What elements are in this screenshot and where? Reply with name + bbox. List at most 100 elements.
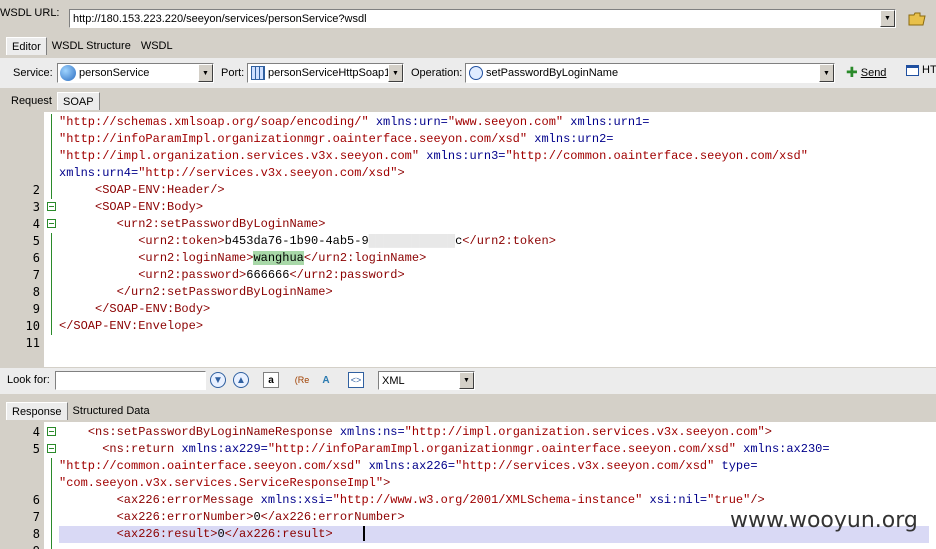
find-next-button[interactable]: ▼	[210, 372, 226, 388]
chevron-down-icon[interactable]: ▼	[198, 64, 213, 82]
code-line[interactable]: <ax226:errorMessage xmlns:xsi="http://ww…	[59, 492, 765, 509]
operation-icon	[469, 66, 483, 80]
service-select[interactable]: personService ▼	[57, 63, 214, 83]
code-line[interactable]: <SOAP-ENV:Body>	[59, 199, 203, 216]
code-icon: <>	[350, 375, 362, 385]
highlight-all-button[interactable]: A	[318, 372, 334, 388]
line-number: 9	[33, 543, 40, 549]
code-line[interactable]: <ns:setPasswordByLoginNameResponse xmlns…	[59, 424, 772, 441]
line-gutter: 4 5 6 7 8 9	[12, 422, 44, 549]
line-number: 3	[32, 200, 40, 214]
send-label: Send	[860, 66, 887, 79]
code-line[interactable]: "http://common.oainterface.seeyon.com/xs…	[59, 458, 758, 475]
globe-icon	[60, 65, 76, 81]
line-number: 8	[32, 527, 40, 541]
chevron-down-icon[interactable]: ▼	[819, 64, 834, 82]
http-button[interactable]: HT	[906, 64, 936, 76]
code-line[interactable]: <urn2:password>666666</urn2:password>	[59, 267, 404, 284]
line-number: 2	[32, 183, 40, 197]
fold-guide	[51, 233, 52, 335]
code-line[interactable]: </SOAP-ENV:Envelope>	[59, 318, 203, 335]
fold-guide	[51, 114, 52, 199]
fold-marker-icon[interactable]	[47, 427, 56, 436]
match-case-icon: a	[268, 374, 274, 386]
code-line[interactable]: <urn2:loginName>wanghua</urn2:loginName>	[59, 250, 426, 267]
tab-wsdl[interactable]: WSDL	[136, 37, 178, 55]
code-line[interactable]: <urn2:setPasswordByLoginName>	[59, 216, 326, 233]
port-select[interactable]: personServiceHttpSoap1 ▼	[247, 63, 404, 83]
operation-value: setPasswordByLoginName	[486, 67, 619, 79]
port-value: personServiceHttpSoap1	[268, 67, 388, 79]
service-label: Service:	[13, 67, 53, 79]
find-previous-button[interactable]: ▲	[233, 372, 249, 388]
line-number: 11	[25, 336, 40, 350]
highlight-icon: A	[322, 374, 330, 386]
wsdl-url-value: http://180.153.223.220/seeyon/services/p…	[73, 12, 367, 25]
line-number: 10	[25, 319, 40, 333]
watermark: www.wooyun.org	[730, 508, 918, 533]
open-folder-icon[interactable]	[907, 10, 927, 28]
code-line[interactable]: <urn2:token>b453da76-1b90-4ab5-9████████…	[59, 233, 556, 250]
regex-button[interactable]: (Re	[294, 372, 310, 388]
line-number: 6	[32, 251, 40, 265]
port-label: Port:	[221, 67, 245, 79]
line-number: 4	[32, 425, 40, 439]
line-number: 8	[32, 285, 40, 299]
tab-soap[interactable]: SOAP	[56, 92, 100, 110]
line-number: 7	[32, 510, 40, 524]
tab-structured-data[interactable]: Structured Data	[68, 402, 155, 420]
arrow-down-icon: ▼	[213, 374, 223, 386]
port-grid-icon	[251, 66, 265, 80]
response-tabs: Response Structured Data	[6, 402, 155, 420]
editor-tabs: Editor WSDL Structure WSDL	[6, 37, 178, 55]
format-value: XML	[382, 374, 405, 387]
regex-icon: (Re	[294, 375, 310, 385]
line-number: 7	[32, 268, 40, 282]
line-number: 6	[32, 493, 40, 507]
chevron-down-icon[interactable]: ▼	[388, 64, 403, 82]
look-for-input[interactable]	[55, 371, 206, 390]
arrow-up-icon: ▲	[236, 374, 246, 386]
window-icon	[906, 64, 919, 76]
request-tabs: Request SOAP	[6, 92, 100, 110]
look-for-label: Look for:	[7, 374, 50, 386]
code-line[interactable]: "com.seeyon.v3x.services.ServiceResponse…	[59, 475, 390, 492]
match-case-button[interactable]: a	[263, 372, 279, 388]
fold-marker-icon[interactable]	[47, 202, 56, 211]
chevron-down-icon[interactable]: ▼	[880, 10, 895, 27]
wsdl-url-field[interactable]: http://180.153.223.220/seeyon/services/p…	[69, 9, 896, 28]
code-line[interactable]: <ax226:errorNumber>0</ax226:errorNumber>	[59, 509, 405, 526]
code-line[interactable]: xmlns:urn4="http://services.v3x.seeyon.c…	[59, 165, 405, 182]
code-line[interactable]: <ns:return xmlns:ax229="http://infoParam…	[59, 441, 829, 458]
code-line[interactable]: "http://schemas.xmlsoap.org/soap/encodin…	[59, 114, 650, 131]
request-editor[interactable]: 2 3 4 5 6 7 8 9 10 11 "http://schemas.xmlsoap.org…	[12, 112, 936, 367]
line-number: 9	[32, 302, 40, 316]
tab-request[interactable]: Request	[6, 92, 57, 110]
wsdl-url-label: WSDL URL:	[0, 7, 60, 19]
line-number: 5	[32, 442, 40, 456]
tab-wsdl-structure[interactable]: WSDL Structure	[47, 37, 136, 55]
code-line[interactable]: </urn2:setPasswordByLoginName>	[59, 284, 333, 301]
tab-response[interactable]: Response	[6, 402, 68, 420]
code-line[interactable]: </SOAP-ENV:Body>	[59, 301, 210, 318]
send-icon: ✚	[846, 64, 858, 80]
chevron-down-icon[interactable]: ▼	[459, 372, 474, 389]
wrap-button[interactable]: <>	[348, 372, 364, 388]
text-caret	[363, 526, 365, 541]
fold-guide	[51, 458, 52, 549]
service-value: personService	[79, 67, 150, 79]
fold-marker-icon[interactable]	[47, 444, 56, 453]
code-line[interactable]: "http://infoParamImpl.organizationmgr.oa…	[59, 131, 614, 148]
operation-label: Operation:	[411, 67, 463, 79]
code-line[interactable]: <SOAP-ENV:Header/>	[59, 182, 225, 199]
line-gutter: 2 3 4 5 6 7 8 9 10 11	[12, 112, 44, 367]
format-select[interactable]: XML ▼	[378, 371, 475, 390]
tab-editor[interactable]: Editor	[6, 37, 47, 55]
send-button[interactable]: ✚ Send	[846, 64, 886, 81]
code-line[interactable]: "http://impl.organization.services.v3x.s…	[59, 148, 808, 165]
line-number: 4	[32, 217, 40, 231]
fold-marker-icon[interactable]	[47, 219, 56, 228]
http-label: HT	[922, 64, 936, 76]
line-number: 5	[32, 234, 40, 248]
operation-select[interactable]: setPasswordByLoginName ▼	[465, 63, 835, 83]
